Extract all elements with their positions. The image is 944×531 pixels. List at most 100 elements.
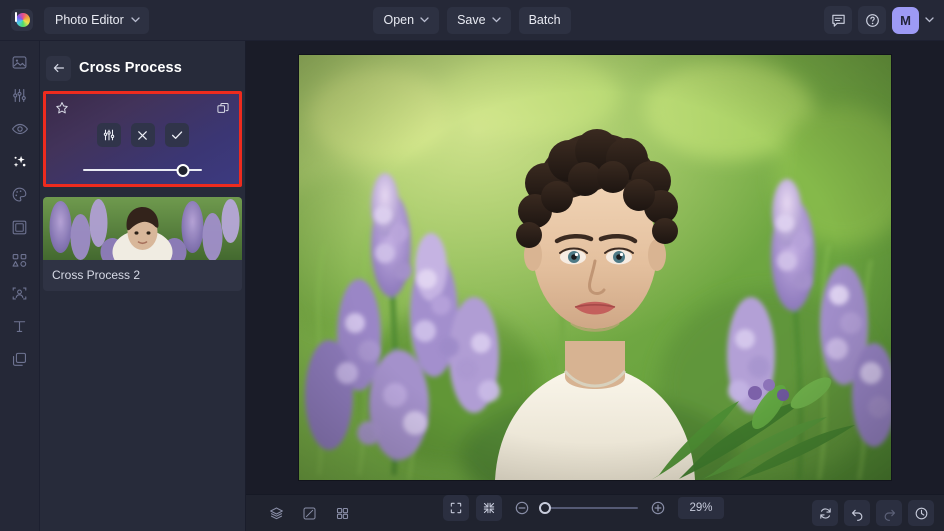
- avatar[interactable]: M: [892, 6, 919, 34]
- comment-glyph: [831, 14, 845, 27]
- photo-canvas[interactable]: [299, 55, 891, 480]
- panel-header: Cross Process: [40, 51, 245, 85]
- effect-apply-button[interactable]: [164, 123, 189, 147]
- sidebar-item-portrait[interactable]: [5, 282, 35, 305]
- sidebar-item-adjust[interactable]: [5, 84, 35, 107]
- undo-glyph: [851, 509, 862, 521]
- sidebar-item-layers[interactable]: [5, 348, 35, 371]
- sliders-icon: [13, 88, 26, 103]
- zoom-slider-knob[interactable]: [538, 502, 551, 514]
- app-mode-menu[interactable]: Photo Editor: [44, 6, 149, 34]
- batch-button[interactable]: Batch: [518, 6, 571, 34]
- effect-settings-button[interactable]: [96, 123, 121, 147]
- active-effect-card-highlight: [43, 91, 242, 187]
- shrink-glyph: [483, 502, 495, 514]
- bottom-right-tools: [812, 500, 934, 526]
- open-label: Open: [383, 13, 415, 27]
- account-chevron-down-icon[interactable]: [925, 17, 934, 23]
- grid-glyph: [336, 507, 348, 519]
- back-button[interactable]: [46, 55, 71, 81]
- layers-glyph: [269, 507, 283, 519]
- sparkles-icon: [13, 155, 25, 167]
- page-title: Cross Process: [79, 60, 182, 76]
- slider-knob[interactable]: [176, 163, 190, 177]
- duplicate-icon[interactable]: [216, 101, 230, 115]
- effect-opacity-slider[interactable]: [83, 163, 202, 177]
- redo-icon[interactable]: [876, 500, 902, 526]
- reset-glyph: [819, 507, 831, 519]
- chevron-down-icon: [491, 17, 501, 23]
- sliders-icon: [103, 129, 114, 141]
- save-button[interactable]: Save: [447, 6, 511, 34]
- bottom-center-container: 29%: [355, 495, 812, 531]
- canvas-column: 29%: [246, 41, 944, 531]
- sidebar-item-shapes[interactable]: [5, 249, 35, 272]
- help-circle-icon[interactable]: [858, 6, 886, 34]
- sidebar-item-effects[interactable]: [5, 150, 35, 173]
- arrow-left-icon: [53, 63, 64, 73]
- bottom-toolbar: 29%: [246, 494, 944, 531]
- shapes-icon: [12, 253, 27, 267]
- image-icon: [12, 56, 27, 69]
- frame-icon: [12, 220, 27, 235]
- canvas-area[interactable]: [246, 41, 944, 494]
- colorwheel-logo-icon[interactable]: [11, 9, 33, 31]
- check-icon: [171, 131, 182, 139]
- list-item-label: Cross Process 2: [52, 268, 141, 282]
- eye-icon: [11, 123, 28, 134]
- layers-icon[interactable]: [263, 500, 289, 526]
- save-label: Save: [457, 13, 486, 27]
- text-t-icon: [13, 321, 26, 332]
- zoom-in-glyph: [651, 501, 665, 515]
- reset-icon[interactable]: [812, 500, 838, 526]
- effects-panel: Cross Process Cross Process 2: [40, 41, 246, 531]
- shrink-icon[interactable]: [476, 495, 502, 521]
- preset-thumb-art: [43, 197, 242, 260]
- star-icon[interactable]: [55, 101, 69, 115]
- comment-icon[interactable]: [824, 6, 852, 34]
- grid-view-icon[interactable]: [329, 500, 355, 526]
- chevron-down-icon: [131, 17, 140, 23]
- bottom-left-tools: [256, 500, 355, 526]
- app-mode-label: Photo Editor: [55, 13, 124, 27]
- active-effect-card[interactable]: [46, 94, 239, 184]
- palette-icon: [12, 187, 27, 202]
- sidebar-item-color[interactable]: [5, 183, 35, 206]
- compare-glyph: [303, 507, 315, 519]
- tool-rail: [0, 41, 40, 531]
- logo-stem: [15, 12, 17, 22]
- list-item[interactable]: Cross Process 2: [43, 197, 242, 291]
- sidebar-item-image[interactable]: [5, 51, 35, 74]
- zoom-out-glyph: [515, 501, 529, 515]
- zoom-slider[interactable]: [538, 501, 638, 515]
- help-glyph: [865, 13, 879, 27]
- fit-screen-icon[interactable]: [443, 495, 469, 521]
- main-body: Cross Process Cross Process 2 29%: [0, 41, 944, 531]
- undo-icon[interactable]: [844, 500, 870, 526]
- zoom-in-icon[interactable]: [645, 495, 671, 521]
- effect-cancel-button[interactable]: [130, 123, 155, 147]
- avatar-initial: M: [900, 12, 911, 28]
- layers-stack-icon: [12, 352, 27, 366]
- zoom-slider-track: [542, 507, 638, 509]
- app-logo-container: [0, 9, 44, 31]
- compare-split-icon[interactable]: [296, 500, 322, 526]
- redo-glyph: [884, 509, 895, 521]
- sidebar-item-frame[interactable]: [5, 216, 35, 239]
- effect-actions: [46, 123, 239, 147]
- fit-glyph: [450, 502, 462, 514]
- history-icon[interactable]: [908, 500, 934, 526]
- batch-label: Batch: [528, 13, 561, 27]
- logo-ring: [16, 13, 30, 27]
- sidebar-item-text[interactable]: [5, 315, 35, 338]
- portrait-select-icon: [12, 287, 27, 300]
- sidebar-item-retouch[interactable]: [5, 117, 35, 140]
- zoom-level-value[interactable]: 29%: [678, 497, 724, 519]
- preset-thumbnail: [43, 197, 242, 260]
- top-toolbar: Photo Editor Open Save Batch M: [0, 0, 944, 41]
- zoom-out-icon[interactable]: [509, 495, 535, 521]
- history-glyph: [915, 507, 927, 519]
- open-button[interactable]: Open: [373, 6, 440, 34]
- zoom-controls: 29%: [355, 495, 812, 521]
- close-x-icon: [138, 130, 147, 140]
